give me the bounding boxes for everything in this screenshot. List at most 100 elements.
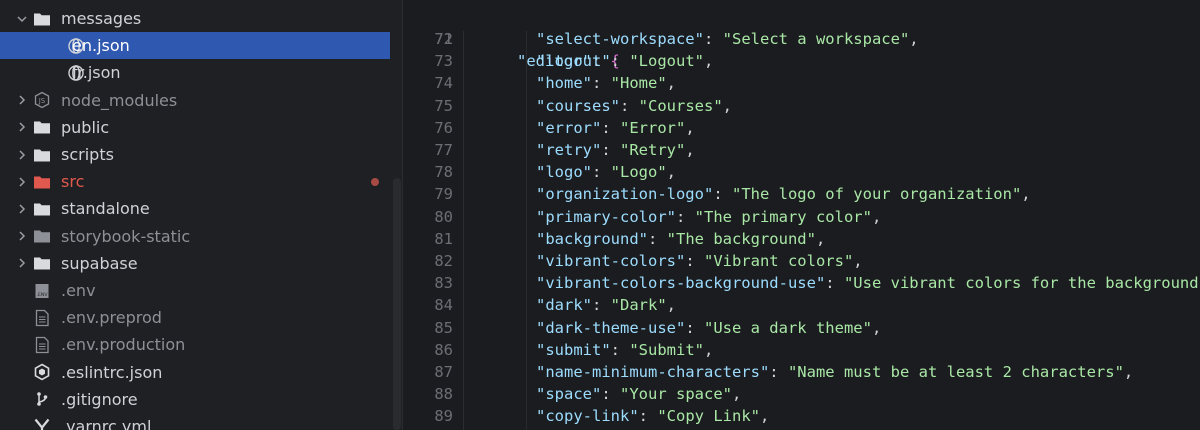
code-text: "submit": "Submit", xyxy=(536,339,713,361)
tree-item-env-production[interactable]: .env.production xyxy=(0,331,402,358)
code-line[interactable]: 77 "retry": "Retry", xyxy=(403,139,1200,161)
code-text: "logo": "Logo", xyxy=(536,161,676,183)
code-line-header[interactable]: 71 "editor": { xyxy=(403,6,1200,70)
code-line[interactable]: 75 "courses": "Courses", xyxy=(403,95,1200,117)
json-comma: , xyxy=(666,296,677,315)
json-key: "primary-color" xyxy=(536,207,676,226)
json-comma: , xyxy=(871,318,882,337)
tree-item-label: messages xyxy=(61,9,142,28)
tree-item-standalone[interactable]: standalone xyxy=(0,195,402,222)
yarn-file-icon xyxy=(32,413,52,430)
chevron-right-icon[interactable] xyxy=(14,168,30,195)
code-line[interactable]: 88 "space": "Your space", xyxy=(403,383,1200,405)
tree-item-storybook-static[interactable]: storybook-static xyxy=(0,223,402,250)
json-separator: : xyxy=(610,340,630,359)
line-number: 72 xyxy=(434,30,453,48)
file-explorer: messages en.json fr.json JS node_modulespubl… xyxy=(0,0,402,430)
code-line[interactable]: 85 "dark-theme-use": "Use a dark theme", xyxy=(403,317,1200,339)
code-text: "organization-logo": "The logo of your o… xyxy=(536,183,1031,205)
code-text: "space": "Your space", xyxy=(536,383,741,405)
code-line[interactable]: 74 "home": "Home", xyxy=(403,72,1200,94)
json-separator: : xyxy=(601,141,620,159)
folder-icon xyxy=(32,250,52,277)
tree-item-env-preprod[interactable]: .env.preprod xyxy=(0,304,402,331)
tree-item-eslintrc-json[interactable]: .eslintrc.json xyxy=(0,359,402,386)
json-comma: , xyxy=(666,163,677,182)
tree-item-env[interactable]: .ENV .env xyxy=(0,277,402,304)
svg-text:.ENV: .ENV xyxy=(37,292,49,298)
chevron-right-icon[interactable] xyxy=(14,195,30,222)
code-line[interactable]: 86 "submit": "Submit", xyxy=(403,339,1200,361)
text-file-icon xyxy=(32,304,52,331)
json-separator: : xyxy=(685,252,704,270)
code-text: "vibrant-colors": "Vibrant colors", xyxy=(536,250,863,272)
json-key: "dark-theme-use" xyxy=(536,318,686,337)
json-string-value: "Copy Link" xyxy=(657,407,760,426)
code-text: "vibrant-colors-background-use": "Use vi… xyxy=(536,272,1200,294)
tree-item-label: src xyxy=(61,172,85,192)
line-number: 81 xyxy=(434,229,453,248)
chevron-right-icon[interactable] xyxy=(14,87,30,114)
json-separator: : xyxy=(769,363,788,381)
tree-item-label: .env xyxy=(61,281,96,300)
json-separator: : xyxy=(703,30,723,48)
json-string-value: "Submit" xyxy=(629,340,704,359)
code-line[interactable]: 79 "organization-logo": "The logo of your… xyxy=(403,183,1200,205)
chevron-right-icon[interactable] xyxy=(14,141,30,168)
code-line[interactable]: 78 "logo": "Logo", xyxy=(403,161,1200,183)
json-key: "space" xyxy=(536,385,602,404)
code-line[interactable]: 89 "copy-link": "Copy Link", xyxy=(403,405,1200,427)
code-line[interactable]: 81 "background": "The background", xyxy=(403,228,1200,250)
json-comma: , xyxy=(815,229,826,248)
json-key: "logout" xyxy=(536,52,611,71)
json-key: "courses" xyxy=(536,96,620,115)
json-key: "vibrant-colors-background-use" xyxy=(536,274,826,293)
tree-item-label: .env.preprod xyxy=(61,308,162,328)
sidebar-scrollbar-thumb[interactable] xyxy=(393,178,401,430)
code-line[interactable]: 72 "select-workspace": "Select a workspac… xyxy=(403,28,1200,50)
code-line[interactable]: 87 "name-minimum-characters": "Name must … xyxy=(403,361,1200,383)
tree-item-fr-json[interactable]: fr.json xyxy=(0,59,402,86)
json-string-value: "The primary color" xyxy=(694,207,872,226)
chevron-right-icon[interactable] xyxy=(14,250,30,277)
code-line[interactable]: 73 "logout": "Logout", xyxy=(403,50,1200,72)
json-comma: , xyxy=(703,52,714,71)
tree-item-messages[interactable]: messages xyxy=(0,5,402,32)
nodejs-folder-icon: JS xyxy=(32,87,52,114)
tree-item-label: node_modules xyxy=(61,90,178,110)
chevron-right-icon[interactable] xyxy=(14,114,30,141)
json-comma: , xyxy=(759,407,770,426)
line-number: 74 xyxy=(434,74,453,93)
tree-item-public[interactable]: public xyxy=(0,114,402,141)
tree-item-supabase[interactable]: supabase xyxy=(0,250,402,277)
code-text: "background": "The background", xyxy=(536,228,825,250)
folder-icon xyxy=(32,195,52,222)
line-number: 89 xyxy=(434,407,453,426)
tree-item-label: public xyxy=(61,117,110,137)
line-number: 84 xyxy=(434,296,453,315)
code-line[interactable]: 83 "vibrant-colors-background-use": "Use … xyxy=(403,272,1200,294)
chevron-down-icon[interactable] xyxy=(14,5,30,32)
tree-item-label: .yarnrc.yml xyxy=(61,417,152,430)
code-text: "primary-color": "The primary color", xyxy=(536,206,881,228)
code-line[interactable]: 82 "vibrant-colors": "Vibrant colors", xyxy=(403,250,1200,272)
code-text: "select-workspace": "Select a workspace"… xyxy=(536,28,919,50)
json-key: "copy-link" xyxy=(536,407,639,426)
env-file-icon: .ENV xyxy=(32,277,52,304)
tree-item-scripts[interactable]: scripts xyxy=(0,141,402,168)
tree-item-node-modules[interactable]: JS node_modules xyxy=(0,87,402,114)
code-line[interactable]: 80 "primary-color": "The primary color", xyxy=(403,206,1200,228)
json-key: "error" xyxy=(536,118,602,137)
json-separator: : xyxy=(592,74,611,93)
tree-item-en-json[interactable]: en.json xyxy=(0,32,402,60)
code-editor[interactable]: 71 "editor": { 72 "select-workspace": "Se… xyxy=(403,0,1200,430)
code-line[interactable]: 84 "dark": "Dark", xyxy=(403,294,1200,316)
chevron-right-icon[interactable] xyxy=(14,223,30,250)
code-line[interactable]: 76 "error": "Error", xyxy=(403,117,1200,139)
json-separator: : xyxy=(610,52,630,71)
tree-item-yarnrc-yml[interactable]: .yarnrc.yml xyxy=(0,413,402,430)
json-separator: : xyxy=(620,96,639,115)
tree-item-src[interactable]: src xyxy=(0,168,402,195)
tree-item-gitignore[interactable]: .gitignore xyxy=(0,386,402,413)
json-comma: , xyxy=(871,207,882,226)
